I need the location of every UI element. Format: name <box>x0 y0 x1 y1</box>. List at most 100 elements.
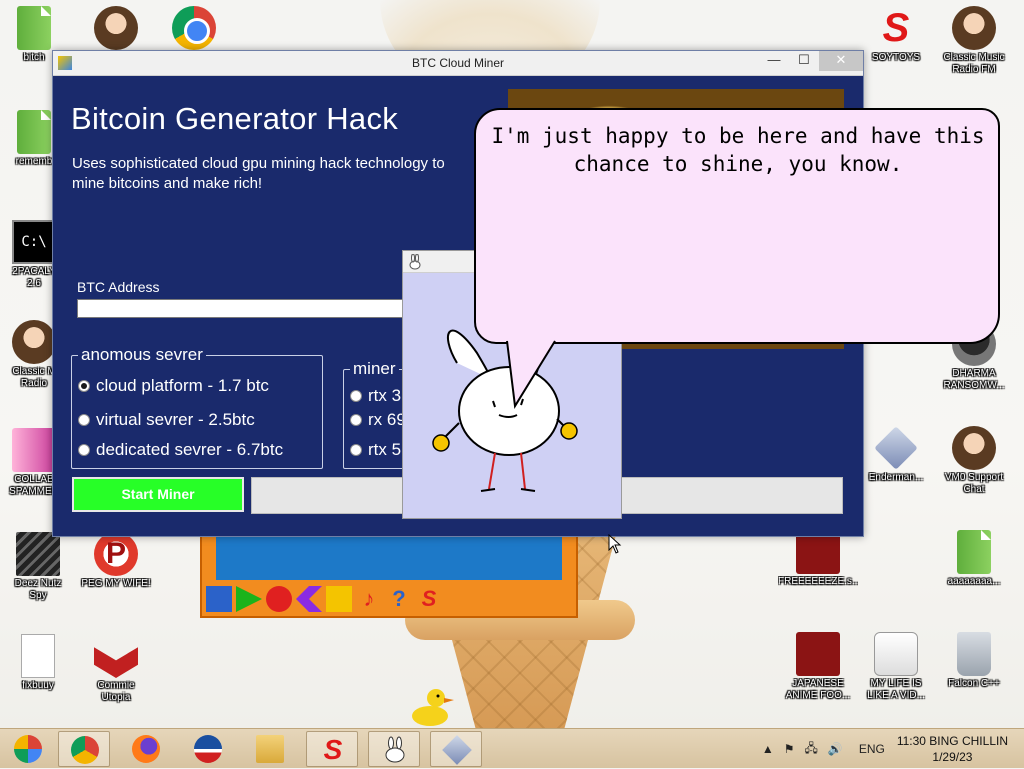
chrome-icon <box>172 6 216 50</box>
taskbar-start[interactable] <box>2 731 54 767</box>
clock-time: 11:30 BING CHILLIN <box>896 734 1008 748</box>
cube-icon <box>874 426 918 470</box>
desktop-icon-soytoys[interactable]: S SOYTOYS <box>856 6 936 64</box>
chrome-icon <box>71 736 99 764</box>
taskbar-firefox[interactable] <box>120 731 172 767</box>
desktop-icon-deez-nutz-spy[interactable]: Deez Nutz Spy <box>0 532 78 602</box>
red-s-icon[interactable]: S <box>416 586 442 612</box>
taskbar: S ▲ ⚑ 🖧 🔊 ENG 11:30 BING CHILLIN 1/29/23 <box>0 728 1024 768</box>
stop-icon[interactable] <box>326 586 352 612</box>
game-canvas[interactable] <box>216 532 562 580</box>
bolt-icon <box>94 647 138 678</box>
taskbar-obama[interactable] <box>182 731 234 767</box>
help-icon[interactable]: ? <box>386 586 412 612</box>
radio-label: dedicated sevrer - 6.7btc <box>96 440 284 459</box>
stack-icon <box>16 532 60 576</box>
desktop-icon-chrome[interactable] <box>154 6 234 52</box>
mouse-cursor-icon <box>608 534 622 554</box>
desktop-icon-falcon-cpp[interactable]: Falcon C++ <box>934 632 1014 690</box>
gamepad-icon <box>874 632 918 676</box>
server-groupbox: anomous sevrer cloud platform - 1.7 btc … <box>71 345 323 469</box>
weight-icon[interactable] <box>206 586 232 612</box>
music-note-icon[interactable]: ♪ <box>356 586 382 612</box>
miner-group-legend: miner <box>350 359 399 379</box>
start-miner-button[interactable]: Start Miner <box>72 477 244 512</box>
title-bar[interactable]: BTC Cloud Miner — ☐ ✕ <box>53 51 863 76</box>
radio-button[interactable] <box>78 414 90 426</box>
page-title: Bitcoin Generator Hack <box>71 101 399 136</box>
desktop-icon-aaaaaaaa[interactable]: aaaaaaaa... <box>934 530 1014 588</box>
rubber-duck-icon <box>412 689 454 726</box>
radio-cloud-platform[interactable]: cloud platform - 1.7 btc <box>78 376 269 396</box>
speech-bubble: I'm just happy to be here and have this … <box>474 108 1000 344</box>
radio-label: virtual sevrer - 2.5btc <box>96 410 255 429</box>
bunny-icon <box>409 254 421 270</box>
pegasus-icon: P <box>94 532 138 576</box>
game-toolbar: ♪ ? S <box>206 586 442 612</box>
start-icon <box>14 735 42 763</box>
radio-virtual-sevrer[interactable]: virtual sevrer - 2.5btc <box>78 410 255 430</box>
obama-icon <box>194 735 222 763</box>
network-icon[interactable]: 🖧 <box>804 739 817 760</box>
flash-icon <box>796 632 840 676</box>
radio-button[interactable] <box>350 390 362 402</box>
bunny-icon <box>385 736 405 763</box>
taskbar-soytoys[interactable]: S <box>306 731 358 767</box>
volume-icon[interactable]: 🔊 <box>828 742 843 756</box>
radio-button[interactable] <box>78 444 90 456</box>
taskbar-enderman[interactable] <box>430 731 482 767</box>
close-button[interactable]: ✕ <box>819 51 863 71</box>
radio-button[interactable] <box>78 380 90 392</box>
green-file-icon <box>17 6 51 50</box>
recycle-bin-icon <box>957 632 991 676</box>
speech-bubble-tail <box>506 340 556 409</box>
radio-label: cloud platform - 1.7 btc <box>96 376 269 395</box>
desktop-icon-vm0-support-chat[interactable]: VM0 Support Chat <box>934 426 1014 496</box>
desktop-icon-classic-music-radio-fm[interactable]: Classic Music Radio FM <box>934 6 1014 76</box>
game-window[interactable]: ♪ ? S <box>200 530 578 618</box>
play-icon[interactable] <box>236 586 262 612</box>
radio-rtx-3[interactable]: rtx 3 <box>350 386 401 406</box>
system-tray: ▲ ⚑ 🖧 🔊 ENG 11:30 BING CHILLIN 1/29/23 <box>762 729 1024 769</box>
green-file-icon <box>957 530 991 574</box>
portrait-icon <box>12 320 56 364</box>
btc-address-input[interactable] <box>77 299 407 318</box>
gift-icon <box>12 428 56 472</box>
server-group-legend: anomous sevrer <box>78 345 206 365</box>
taskbar-explorer[interactable] <box>244 731 296 767</box>
clock[interactable]: 11:30 BING CHILLIN 1/29/23 <box>897 733 1008 765</box>
taskbar-chrome[interactable] <box>58 731 110 767</box>
cube-icon <box>442 735 472 765</box>
record-icon[interactable] <box>266 586 292 612</box>
doc-icon <box>21 634 55 678</box>
language-indicator[interactable]: ENG <box>859 742 885 756</box>
desktop-icon-freeeeeze[interactable]: FREEEEEEZE.s... <box>778 530 858 588</box>
taskbar-bunny[interactable] <box>368 731 420 767</box>
radio-button[interactable] <box>350 414 362 426</box>
support-person-icon <box>952 426 996 470</box>
desktop-icon-santa[interactable] <box>76 6 156 52</box>
radio-rx-69[interactable]: rx 69 <box>350 410 406 430</box>
minimize-button[interactable]: — <box>759 51 789 71</box>
desktop-icon-japanese-anime[interactable]: JAPANESE ANIME FOO... <box>778 632 858 702</box>
radio-button[interactable] <box>350 444 362 456</box>
soytoys-icon: S <box>323 734 343 765</box>
desktop-icon-fixbuuy[interactable]: fixbuuy <box>0 634 78 692</box>
description: Uses sophisticated cloud gpu mining hack… <box>72 155 445 192</box>
tray-expand-icon[interactable]: ▲ <box>762 742 774 756</box>
desktop-icon-commie-utopia[interactable]: Commie Utopia <box>76 634 156 704</box>
action-center-flag-icon[interactable]: ⚑ <box>784 742 795 756</box>
radio-label: rtx 5 <box>368 440 402 459</box>
desktop-icon-enderman[interactable]: Enderman... <box>856 426 936 484</box>
command-prompt-icon: C:\ <box>12 220 56 264</box>
radio-rtx-5[interactable]: rtx 5 <box>350 440 401 460</box>
desktop-icon-peg-my-wife[interactable]: P PEG MY WIFE! <box>76 532 156 590</box>
rewind-icon[interactable] <box>296 586 322 612</box>
radio-dedicated-sevrer[interactable]: dedicated sevrer - 6.7btc <box>78 440 283 460</box>
app-icon <box>58 56 72 70</box>
clock-date: 1/29/23 <box>932 750 973 764</box>
red-s-icon: S <box>882 6 910 50</box>
explorer-icon <box>256 735 284 763</box>
desktop-icon-my-life-is-like-a-video[interactable]: MY LIFE IS LIKE A VID... <box>856 632 936 702</box>
maximize-button[interactable]: ☐ <box>789 51 819 71</box>
